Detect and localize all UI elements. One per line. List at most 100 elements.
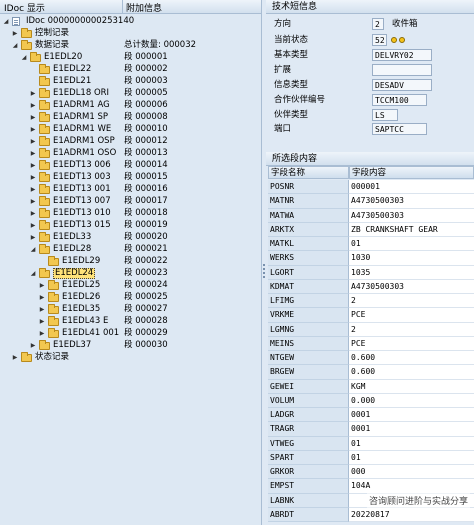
collapse-arrow-icon[interactable]: ▶ [29, 220, 37, 231]
tree-node[interactable]: ▶ E1EDL37 段 000030 [0, 340, 261, 351]
tree-node-label[interactable]: E1EDT13 003 [53, 172, 111, 183]
tree-node[interactable]: ▶ 状态记录 [0, 352, 261, 363]
collapse-arrow-icon[interactable]: ▶ [29, 100, 37, 111]
tree-node-label[interactable]: E1EDL35 [62, 304, 100, 315]
tree-node[interactable]: ◢ E1EDL28 段 000021 [0, 244, 261, 255]
table-row[interactable]: LADGR 0001 [268, 408, 474, 423]
tree-node[interactable]: ▶ E1ADRM1 SP 段 000008 [0, 112, 261, 123]
collapse-arrow-icon[interactable]: ▶ [11, 352, 19, 363]
tree-node-label[interactable]: E1EDL24 [53, 268, 96, 279]
tree-node-label[interactable]: E1ADRM1 AG [53, 100, 110, 111]
tree-node-label[interactable]: E1EDL26 [62, 292, 100, 303]
tree-node-label[interactable]: 数据记录 [35, 40, 69, 51]
tree-node-label[interactable]: 控制记录 [35, 28, 69, 39]
tree-node[interactable]: ▶ E1EDT13 007 段 000017 [0, 196, 261, 207]
table-row[interactable]: WERKS 1030 [268, 251, 474, 266]
collapse-arrow-icon[interactable]: ▶ [38, 316, 46, 327]
tree-node[interactable]: ▶ E1EDL41 001 段 000029 [0, 328, 261, 339]
table-row[interactable]: VRKME PCE [268, 308, 474, 323]
tree-node-label[interactable]: E1EDL33 [53, 232, 91, 243]
tree-header-idoc[interactable]: IDoc 显示 [4, 1, 45, 14]
tree-node[interactable]: ▶ E1EDL43 E 段 000028 [0, 316, 261, 327]
tree-node[interactable]: ▶ E1ADRM1 WE 段 000010 [0, 124, 261, 135]
tree-node-label[interactable]: E1ADRM1 SP [53, 112, 108, 123]
table-row[interactable]: ARKTX ZB CRANKSHAFT GEAR [268, 222, 474, 237]
tree-node-label[interactable]: E1EDL43 E [62, 316, 108, 327]
tree-node[interactable]: ▶ E1EDT13 015 段 000019 [0, 220, 261, 231]
collapse-arrow-icon[interactable]: ▶ [38, 304, 46, 315]
tree-node-label[interactable]: E1EDL25 [62, 280, 100, 291]
tree-node-label[interactable]: E1ADRM1 OSP [53, 136, 115, 147]
collapse-arrow-icon[interactable]: ▶ [29, 196, 37, 207]
collapse-arrow-icon[interactable]: ▶ [29, 124, 37, 135]
collapse-arrow-icon[interactable]: ▶ [29, 112, 37, 123]
table-row[interactable]: NTGEW 0.600 [268, 351, 474, 366]
table-row[interactable]: TRAGR 0001 [268, 422, 474, 437]
col-field-name[interactable]: 字段名称 [268, 166, 349, 179]
tree-node[interactable]: ◢ IDoc 0000000000253140 [0, 16, 261, 27]
tree-node-label[interactable]: E1EDT13 007 [53, 196, 111, 207]
table-row[interactable]: POSNR 000001 [268, 180, 474, 195]
table-row[interactable]: LFIMG 2 [268, 294, 474, 309]
collapse-arrow-icon[interactable]: ▶ [29, 160, 37, 171]
table-row[interactable]: EMPST 104A [268, 479, 474, 494]
tree-node[interactable]: ▶ E1EDL35 段 000027 [0, 304, 261, 315]
tree-node-label[interactable]: E1EDT13 006 [53, 160, 111, 171]
collapse-arrow-icon[interactable]: ▶ [29, 172, 37, 183]
tree-node[interactable]: ▶ E1ADRM1 OSP 段 000012 [0, 136, 261, 147]
table-row[interactable]: GEWEI KGM [268, 379, 474, 394]
collapse-arrow-icon[interactable]: ▶ [29, 88, 37, 99]
tree-node[interactable]: E1EDL29 段 000022 [0, 256, 261, 267]
collapse-arrow-icon[interactable]: ▶ [29, 136, 37, 147]
table-row[interactable]: MATNR A4730500303 [268, 194, 474, 209]
tree-node-label[interactable]: E1ADRM1 WE [53, 124, 111, 135]
table-row[interactable]: MATKL 01 [268, 237, 474, 252]
table-row[interactable]: MATWA A4730500303 [268, 208, 474, 223]
table-row[interactable]: LGMNG 2 [268, 322, 474, 337]
collapse-arrow-icon[interactable]: ▶ [29, 340, 37, 351]
tree-node[interactable]: ▶ E1EDL26 段 000025 [0, 292, 261, 303]
tree-node[interactable]: ▶ E1EDT13 003 段 000015 [0, 172, 261, 183]
collapse-arrow-icon[interactable]: ▶ [38, 292, 46, 303]
tree-node[interactable]: ▶ E1ADRM1 AG 段 000006 [0, 100, 261, 111]
tree-node[interactable]: ▶ E1EDL33 段 000020 [0, 232, 261, 243]
expand-arrow-icon[interactable]: ◢ [20, 52, 28, 63]
tree-node[interactable]: ◢ E1EDL24 段 000023 [0, 268, 261, 279]
tree-node[interactable]: ▶ E1EDL18 ORI 段 000005 [0, 88, 261, 99]
tree-node-label[interactable]: E1ADRM1 OSO [53, 148, 116, 159]
tree-node[interactable]: ▶ E1EDT13 010 段 000018 [0, 208, 261, 219]
tree-node-label[interactable]: E1EDL29 [62, 256, 100, 267]
table-row[interactable]: VOLUM 0.000 [268, 393, 474, 408]
tree-node-label[interactable]: 状态记录 [35, 352, 69, 363]
collapse-arrow-icon[interactable]: ▶ [29, 208, 37, 219]
tree-node[interactable]: E1EDL22 段 000002 [0, 64, 261, 75]
table-row[interactable]: VTWEG 01 [268, 436, 474, 451]
tree-header-info[interactable]: 附加信息 [126, 1, 162, 14]
collapse-arrow-icon[interactable]: ▶ [38, 280, 46, 291]
tree-node-label[interactable]: E1EDL21 [53, 76, 91, 87]
collapse-arrow-icon[interactable]: ▶ [29, 148, 37, 159]
tree-node-label[interactable]: E1EDT13 010 [53, 208, 111, 219]
tree-node[interactable]: ▶ E1EDT13 001 段 000016 [0, 184, 261, 195]
tree-node-label[interactable]: E1EDT13 001 [53, 184, 111, 195]
collapse-arrow-icon[interactable]: ▶ [29, 232, 37, 243]
tree-node[interactable]: ▶ E1ADRM1 OSO 段 000013 [0, 148, 261, 159]
tree-node-label[interactable]: E1EDL28 [53, 244, 91, 255]
expand-arrow-icon[interactable]: ◢ [2, 16, 10, 27]
table-row[interactable]: GRKOR 000 [268, 465, 474, 480]
collapse-arrow-icon[interactable]: ▶ [38, 328, 46, 339]
collapse-arrow-icon[interactable]: ▶ [11, 28, 19, 39]
table-row[interactable]: SPART 01 [268, 450, 474, 465]
expand-arrow-icon[interactable]: ◢ [11, 40, 19, 51]
expand-arrow-icon[interactable]: ◢ [29, 244, 37, 255]
tree-node-label[interactable]: E1EDL18 ORI [53, 88, 109, 99]
tree-node-label[interactable]: E1EDL20 [44, 52, 82, 63]
table-row[interactable]: MEINS PCE [268, 336, 474, 351]
col-field-content[interactable]: 字段内容 [349, 166, 474, 179]
tree-node[interactable]: ▶ 控制记录 [0, 28, 261, 39]
tree-node-label[interactable]: E1EDL41 001 [62, 328, 119, 339]
table-row[interactable]: LGORT 1035 [268, 265, 474, 280]
tree-node-label[interactable]: IDoc 0000000000253140 [26, 16, 134, 27]
table-row[interactable]: ABRDT 20220817 [268, 507, 474, 522]
tree-node[interactable]: E1EDL21 段 000003 [0, 76, 261, 87]
